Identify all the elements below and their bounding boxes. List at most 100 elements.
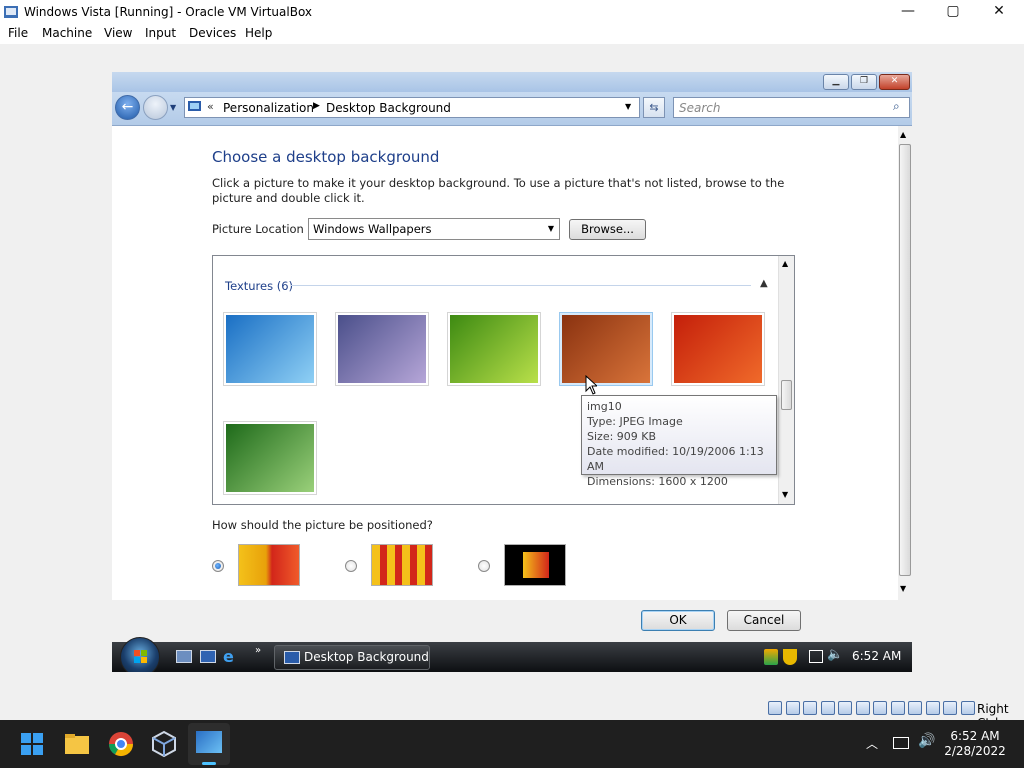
back-button[interactable]: ←: [115, 95, 140, 120]
breadcrumb-personalization[interactable]: Personalization: [223, 101, 314, 115]
address-dropdown-icon[interactable]: ▼: [625, 102, 631, 111]
chevron-down-icon: ▼: [547, 224, 554, 233]
taskbar-item-label: Desktop Background: [304, 650, 429, 664]
menu-view[interactable]: View: [104, 26, 132, 40]
guest-window: ▁ ❐ ✕ ← ▼ « Personalization ▶ Desktop Ba…: [112, 72, 912, 672]
wallpaper-thumbnail-orange-gerbera[interactable]: [671, 312, 765, 386]
breadcrumb-overflow-icon[interactable]: «: [207, 100, 214, 113]
volume-icon[interactable]: 🔊: [918, 733, 935, 749]
search-icon[interactable]: ⌕: [893, 99, 900, 114]
gallery-scrollbar[interactable]: ▲ ▼: [778, 256, 794, 504]
guest-minimize-button[interactable]: ▁: [823, 74, 849, 90]
ok-button[interactable]: OK: [641, 610, 715, 631]
hard-disk-icon[interactable]: [768, 701, 782, 715]
network-icon[interactable]: [893, 737, 909, 749]
search-input[interactable]: Search ⌕: [673, 97, 910, 118]
refresh-button[interactable]: ⇆: [643, 97, 665, 118]
window-title: Windows Vista [Running] - Oracle VM Virt…: [24, 5, 313, 19]
menu-machine[interactable]: Machine: [42, 26, 92, 40]
position-fill-preview[interactable]: [238, 544, 300, 586]
picture-location-select[interactable]: Windows Wallpapers ▼: [308, 218, 560, 240]
scroll-up-icon[interactable]: ▲: [782, 259, 788, 268]
recording-icon[interactable]: [908, 701, 922, 715]
display-icon[interactable]: [873, 701, 887, 715]
scroll-down-icon[interactable]: ▼: [782, 490, 788, 499]
collapse-group-icon[interactable]: ▲: [760, 278, 768, 289]
audio-icon[interactable]: [803, 701, 817, 715]
image-tooltip: img10 Type: JPEG Image Size: 909 KB Date…: [581, 395, 777, 488]
forward-button[interactable]: [143, 95, 168, 120]
shield-icon[interactable]: [783, 649, 797, 665]
breadcrumb-separator-icon[interactable]: ▶: [313, 101, 320, 111]
wallpaper-image: [674, 315, 762, 383]
group-header-label: Textures (6): [225, 279, 294, 293]
picture-location-value: Windows Wallpapers: [313, 222, 432, 236]
guest-close-button[interactable]: ✕: [879, 74, 910, 90]
mouse-integration-icon[interactable]: [943, 701, 957, 715]
shared-folders-icon[interactable]: [855, 701, 870, 715]
security-center-icon[interactable]: [764, 649, 778, 665]
page-scroll-thumb[interactable]: [899, 144, 911, 576]
cancel-button[interactable]: Cancel: [727, 610, 801, 631]
taskbar-item-vista-vm[interactable]: [188, 723, 230, 765]
file-explorer-icon[interactable]: [61, 728, 93, 760]
vista-clock[interactable]: 6:52 AM: [852, 649, 901, 663]
minimize-button[interactable]: —: [885, 0, 931, 24]
menu-devices[interactable]: Devices: [189, 26, 236, 40]
vbox-title-bar: Windows Vista [Running] - Oracle VM Virt…: [0, 0, 1024, 24]
position-tile-radio[interactable]: [345, 560, 357, 572]
position-center-radio[interactable]: [478, 560, 490, 572]
host-clock[interactable]: 6:52 AM 2/28/2022: [935, 729, 1015, 759]
optical-drive-icon[interactable]: [785, 701, 800, 715]
host-taskbar: ︿ 🔊 6:52 AM 2/28/2022: [0, 720, 1024, 768]
position-center-preview[interactable]: [504, 544, 566, 586]
tooltip-name: img10: [587, 400, 622, 413]
network-adapter-icon[interactable]: [820, 701, 835, 715]
chevron-up-icon[interactable]: ︿: [866, 735, 878, 752]
volume-icon[interactable]: 🔈: [827, 647, 843, 662]
menu-help[interactable]: Help: [245, 26, 272, 40]
position-question: How should the picture be positioned?: [212, 518, 433, 532]
active-indicator: [202, 762, 216, 765]
cpu-icon[interactable]: [925, 701, 940, 715]
chrome-icon[interactable]: [105, 728, 137, 760]
wallpaper-thumbnail-wood-knot[interactable]: [559, 312, 653, 386]
position-tile-preview[interactable]: [371, 544, 433, 586]
internet-explorer-icon[interactable]: e: [223, 647, 234, 666]
wallpaper-thumbnail-water-drops[interactable]: [223, 312, 317, 386]
close-button[interactable]: ✕: [976, 0, 1022, 24]
quicklaunch-overflow-icon[interactable]: »: [255, 645, 261, 656]
vista-start-orb[interactable]: [120, 637, 160, 672]
maximize-button[interactable]: ▢: [930, 0, 976, 24]
recent-pages-dropdown-icon[interactable]: ▼: [170, 103, 176, 112]
breadcrumb-desktop-background[interactable]: Desktop Background: [326, 101, 451, 115]
show-desktop-icon[interactable]: [176, 650, 192, 663]
position-fill-radio[interactable]: [212, 560, 224, 572]
wallpaper-thumbnail-green-leaf[interactable]: [447, 312, 541, 386]
address-box[interactable]: « Personalization ▶ Desktop Background ▼: [184, 97, 640, 118]
virtualbox-icon[interactable]: [148, 728, 180, 760]
keyboard-icon[interactable]: [960, 701, 975, 715]
page-scrollbar[interactable]: ▲ ▼: [898, 126, 912, 600]
control-panel-icon: [284, 651, 300, 664]
search-placeholder: Search: [679, 101, 721, 115]
virtualbox-app-icon: [3, 4, 19, 20]
wallpaper-thumbnail-pebbles[interactable]: [335, 312, 429, 386]
menu-file[interactable]: File: [8, 26, 28, 40]
video-capture-icon[interactable]: [890, 701, 905, 715]
wallpaper-thumbnail-bamboo[interactable]: [223, 421, 317, 495]
browse-button[interactable]: Browse...: [569, 219, 646, 240]
taskbar-item-desktop-background[interactable]: Desktop Background: [274, 645, 430, 670]
page-scroll-up-icon[interactable]: ▲: [900, 130, 906, 139]
tooltip-type: Type: JPEG Image: [587, 415, 683, 428]
guest-maximize-button[interactable]: ❐: [851, 74, 877, 90]
vista-vm-icon: [196, 731, 222, 753]
menu-input[interactable]: Input: [145, 26, 176, 40]
gallery-scroll-thumb[interactable]: [781, 380, 792, 410]
page-scroll-down-icon[interactable]: ▼: [900, 584, 906, 593]
page-title: Choose a desktop background: [212, 148, 440, 166]
switch-windows-icon[interactable]: [200, 650, 216, 663]
windows-start-icon[interactable]: [16, 728, 48, 760]
network-icon[interactable]: [809, 650, 823, 663]
usb-icon[interactable]: [838, 701, 852, 715]
